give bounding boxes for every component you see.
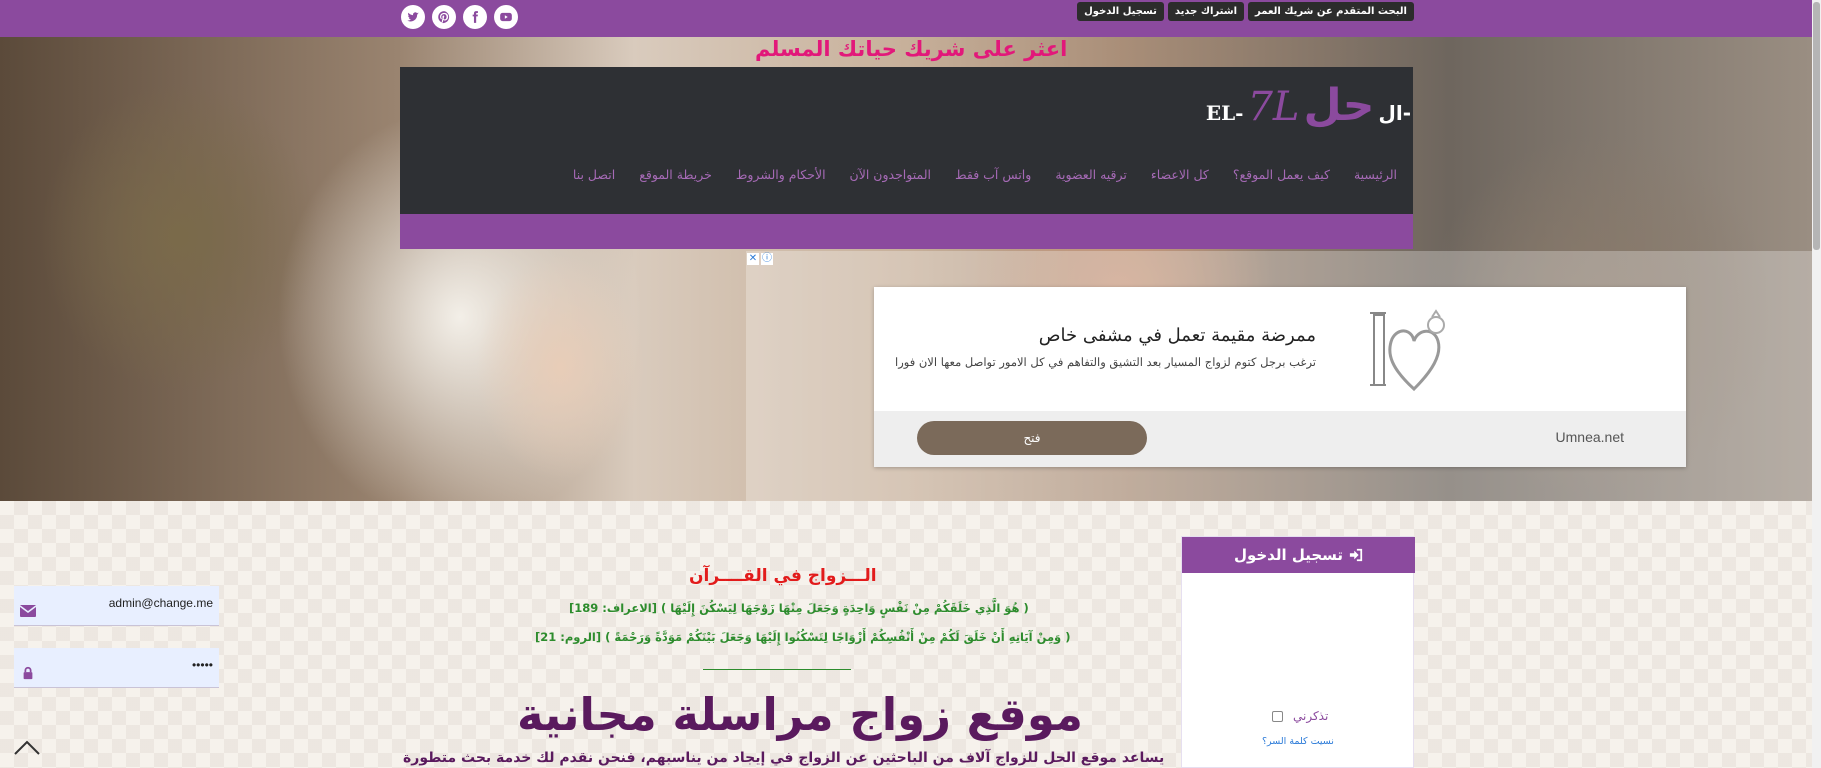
site-logo[interactable]: EL- 7L حل ال- bbox=[1206, 80, 1411, 131]
password-input[interactable] bbox=[14, 648, 219, 687]
pinterest-icon[interactable] bbox=[432, 5, 456, 29]
back-to-top-icon[interactable] bbox=[12, 736, 42, 758]
main-nav: الرئيسية كيف يعمل الموقع؟ كل الاعضاء ترق… bbox=[573, 167, 1397, 182]
email-field[interactable] bbox=[14, 586, 219, 626]
ad-card[interactable]: ممرضة مقيمة تعمل في مشفى خاص ترغب برجل ك… bbox=[874, 287, 1686, 467]
remember-me: تذكرني bbox=[1272, 709, 1328, 723]
quran-section-title: الـــزواج في القــــرآن bbox=[689, 566, 877, 586]
top-links: تسجيل الدخول اشتراك جديد البحث المتقدم ع… bbox=[1077, 2, 1414, 21]
ad-footer: Umnea.net فتح bbox=[874, 411, 1686, 467]
ad-close-icon[interactable]: ✕ bbox=[747, 253, 759, 265]
nav-upgrade[interactable]: ترقيه العضوية bbox=[1055, 167, 1127, 182]
ad-title[interactable]: ممرضة مقيمة تعمل في مشفى خاص bbox=[1039, 325, 1316, 346]
social-links bbox=[401, 5, 518, 29]
nav-terms[interactable]: الأحكام والشروط bbox=[736, 167, 826, 182]
forgot-password-link[interactable]: نسيت كلمة السر؟ bbox=[1262, 736, 1334, 747]
ad-open-button[interactable]: فتح bbox=[917, 421, 1147, 455]
nav-how-it-works[interactable]: كيف يعمل الموقع؟ bbox=[1233, 167, 1330, 182]
nav-contact[interactable]: اتصل بنا bbox=[573, 167, 615, 182]
quran-verse: ( هُوَ الَّذِي خَلَقَكُمْ مِنْ نَفْسٍ وَ… bbox=[569, 601, 1029, 615]
youtube-icon[interactable] bbox=[494, 5, 518, 29]
nav-online-now[interactable]: المتواجدون الآن bbox=[850, 167, 931, 182]
top-bar bbox=[0, 0, 1821, 37]
logo-latin: EL- bbox=[1205, 101, 1244, 125]
nav-sitemap[interactable]: خريطة الموقع bbox=[639, 167, 712, 182]
ad-domain: Umnea.net bbox=[1555, 429, 1624, 445]
ad-logo-icon bbox=[1370, 309, 1445, 392]
twitter-icon[interactable] bbox=[401, 5, 425, 29]
nav-home[interactable]: الرئيسية bbox=[1354, 167, 1397, 182]
page-heading: موقع زواج مراسلة مجانية bbox=[517, 688, 1083, 741]
logo-arabic: حل bbox=[1303, 80, 1375, 131]
advanced-search-link[interactable]: البحث المتقدم عن شريك العمر bbox=[1248, 2, 1414, 21]
ad-choices: ✕ ⓘ bbox=[747, 253, 773, 265]
sign-in-icon bbox=[1349, 548, 1363, 562]
page-scrollbar[interactable] bbox=[1812, 0, 1821, 768]
password-field[interactable] bbox=[14, 648, 219, 688]
scrollbar-thumb[interactable] bbox=[1813, 2, 1820, 250]
intro-text: يساعد موقع الحل للزواج آلاف من الباحثين … bbox=[403, 750, 1165, 766]
lock-icon bbox=[23, 666, 33, 680]
logo-arabic-prefix: ال- bbox=[1378, 101, 1411, 125]
remember-me-label: تذكرني bbox=[1293, 709, 1329, 723]
login-panel-header: تسجيل الدخول bbox=[1182, 537, 1415, 573]
site-tagline: اعثر على شريك حياتك المسلم bbox=[755, 37, 1068, 61]
email-input[interactable] bbox=[14, 586, 219, 625]
envelope-icon bbox=[20, 605, 36, 617]
signup-link[interactable]: اشتراك جديد bbox=[1167, 2, 1245, 21]
section-divider bbox=[703, 669, 851, 670]
ad-description: ترغب برجل كتوم لزواج المسيار بعد التشيق … bbox=[895, 355, 1316, 369]
login-panel: تسجيل الدخول bbox=[1181, 536, 1415, 768]
login-link[interactable]: تسجيل الدخول bbox=[1077, 2, 1164, 21]
login-panel-title: تسجيل الدخول bbox=[1233, 546, 1344, 564]
header-purple-strip bbox=[400, 214, 1413, 249]
remember-me-checkbox[interactable] bbox=[1272, 710, 1283, 722]
logo-latin-accent: 7L bbox=[1247, 84, 1300, 130]
ad-info-icon[interactable]: ⓘ bbox=[761, 253, 773, 265]
facebook-icon[interactable] bbox=[463, 5, 487, 29]
nav-whatsapp[interactable]: واتس آب فقط bbox=[955, 167, 1031, 182]
quran-verse: ( وَمِنْ آيَاتِهِ أَنْ خَلَقَ لَكُمْ مِن… bbox=[535, 630, 1071, 644]
nav-all-members[interactable]: كل الاعضاء bbox=[1151, 167, 1209, 182]
